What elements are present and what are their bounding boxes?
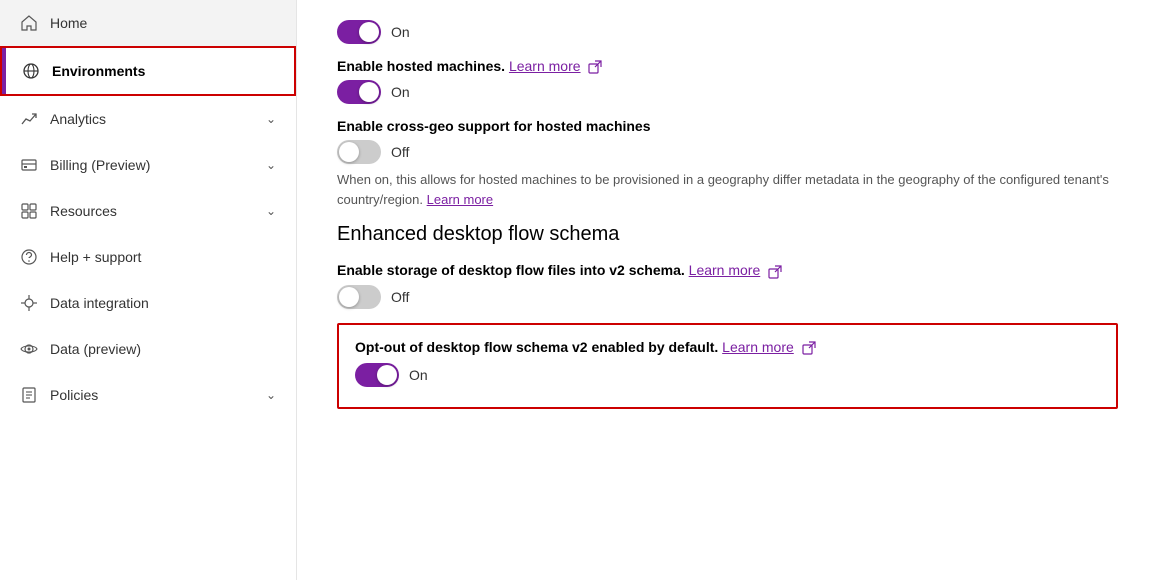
sidebar-item-home-label: Home	[50, 15, 276, 31]
sidebar-item-data-integration[interactable]: Data integration	[0, 280, 296, 326]
desktop-flow-storage-toggle-text: Off	[391, 289, 409, 305]
sidebar-item-resources[interactable]: Resources ⌄	[0, 188, 296, 234]
top-toggle-row: On	[337, 20, 1118, 44]
sidebar-item-analytics[interactable]: Analytics ⌄	[0, 96, 296, 142]
enhanced-desktop-flow-section: Enhanced desktop flow schema Enable stor…	[337, 223, 1118, 409]
sidebar: Home Environments Analytics ⌄	[0, 0, 297, 580]
opt-out-highlighted-box: Opt-out of desktop flow schema v2 enable…	[337, 323, 1118, 409]
sidebar-item-billing[interactable]: Billing (Preview) ⌄	[0, 142, 296, 188]
cross-geo-text: Enable cross-geo support for hosted mach…	[337, 118, 651, 134]
top-toggle[interactable]	[337, 20, 381, 44]
top-toggle-text: On	[391, 24, 410, 40]
section-heading: Enhanced desktop flow schema	[337, 223, 1118, 246]
help-icon	[20, 248, 38, 266]
cross-geo-row: Enable cross-geo support for hosted mach…	[337, 118, 1118, 209]
sidebar-item-analytics-label: Analytics	[50, 111, 254, 127]
sidebar-item-data-preview[interactable]: Data (preview)	[0, 326, 296, 372]
sidebar-item-data-integration-label: Data integration	[50, 295, 276, 311]
desktop-flow-storage-row: Enable storage of desktop flow files int…	[337, 262, 1118, 308]
resources-chevron-icon: ⌄	[266, 204, 276, 218]
sidebar-item-policies[interactable]: Policies ⌄	[0, 372, 296, 418]
hosted-machines-text: Enable hosted machines.	[337, 58, 505, 74]
hosted-machines-label: Enable hosted machines. Learn more	[337, 58, 1118, 74]
cross-geo-toggle[interactable]	[337, 140, 381, 164]
resources-icon	[20, 202, 38, 220]
hosted-machines-toggle[interactable]	[337, 80, 381, 104]
cross-geo-toggle-text: Off	[391, 144, 409, 160]
opt-out-text: Opt-out of desktop flow schema v2 enable…	[355, 339, 718, 355]
home-icon	[20, 14, 38, 32]
hosted-machines-row: Enable hosted machines. Learn more On	[337, 58, 1118, 104]
data-integration-icon	[20, 294, 38, 312]
billing-icon	[20, 156, 38, 174]
policies-icon	[20, 386, 38, 404]
sidebar-item-home[interactable]: Home	[0, 0, 296, 46]
desktop-flow-storage-text: Enable storage of desktop flow files int…	[337, 262, 685, 278]
sidebar-item-environments-label: Environments	[52, 63, 274, 79]
sidebar-item-billing-label: Billing (Preview)	[50, 157, 254, 173]
main-content: On Enable hosted machines. Learn more On	[297, 0, 1158, 580]
desktop-flow-storage-external-icon	[768, 265, 782, 279]
opt-out-learn-more[interactable]: Learn more	[722, 339, 794, 355]
desktop-flow-storage-toggle[interactable]	[337, 285, 381, 309]
cross-geo-description: When on, this allows for hosted machines…	[337, 170, 1118, 209]
desktop-flow-storage-learn-more[interactable]: Learn more	[689, 262, 761, 278]
sidebar-item-environments[interactable]: Environments	[0, 46, 296, 96]
billing-chevron-icon: ⌄	[266, 158, 276, 172]
globe-icon	[22, 62, 40, 80]
opt-out-toggle[interactable]	[355, 363, 399, 387]
opt-out-label: Opt-out of desktop flow schema v2 enable…	[355, 339, 1100, 355]
desktop-flow-storage-label: Enable storage of desktop flow files int…	[337, 262, 1118, 278]
policies-chevron-icon: ⌄	[266, 388, 276, 402]
sidebar-item-resources-label: Resources	[50, 203, 254, 219]
hosted-machines-learn-more[interactable]: Learn more	[509, 58, 581, 74]
hosted-machines-toggle-text: On	[391, 84, 410, 100]
cross-geo-learn-more[interactable]: Learn more	[427, 192, 493, 207]
sidebar-item-policies-label: Policies	[50, 387, 254, 403]
sidebar-item-help-support-label: Help + support	[50, 249, 276, 265]
data-preview-icon	[20, 340, 38, 358]
sidebar-item-help-support[interactable]: Help + support	[0, 234, 296, 280]
hosted-machines-external-icon	[588, 60, 602, 74]
opt-out-toggle-text: On	[409, 367, 428, 383]
analytics-chevron-icon: ⌄	[266, 112, 276, 126]
sidebar-item-data-preview-label: Data (preview)	[50, 341, 276, 357]
analytics-icon	[20, 110, 38, 128]
cross-geo-label: Enable cross-geo support for hosted mach…	[337, 118, 1118, 134]
opt-out-external-icon	[802, 341, 816, 355]
